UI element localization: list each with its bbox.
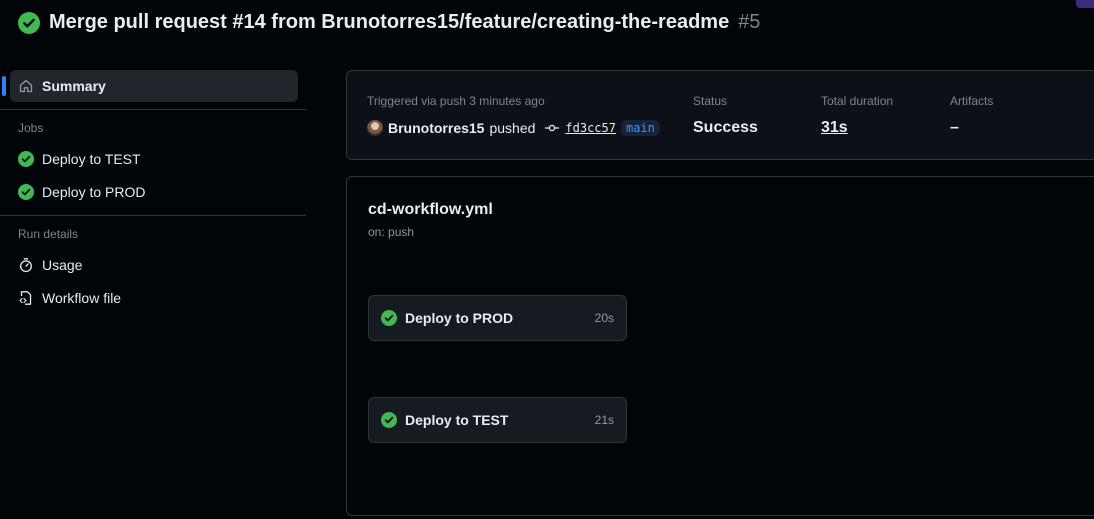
sidebar-heading-run-details: Run details: [18, 227, 79, 241]
user-link[interactable]: Brunotorres15: [388, 120, 484, 136]
sidebar-item-label: Summary: [42, 78, 106, 94]
sidebar-item-workflow-file[interactable]: Workflow file: [0, 281, 306, 314]
check-circle-fill-icon: [18, 150, 34, 167]
sidebar-item-label: Deploy to TEST: [42, 150, 141, 167]
sidebar-item-label: Workflow file: [42, 289, 122, 306]
check-circle-fill-icon: [18, 183, 34, 200]
workflow-trigger: on: push: [368, 225, 415, 239]
job-duration: 20s: [594, 311, 614, 325]
check-circle-fill-icon: [381, 412, 397, 428]
workflow-run-page: Merge pull request #14 from Brunotorres1…: [0, 0, 1094, 519]
sidebar-item-deploy-test[interactable]: Deploy to TEST: [0, 142, 306, 175]
run-title-text: Merge pull request #14 from Brunotorres1…: [49, 11, 730, 33]
stopwatch-icon: [18, 257, 34, 273]
job-node-deploy-prod[interactable]: Deploy to PROD 20s: [368, 295, 627, 341]
run-sidebar: Summary Jobs Deploy to TEST Deploy to PR…: [0, 70, 306, 314]
sidebar-item-deploy-prod[interactable]: Deploy to PROD: [0, 175, 306, 208]
workflow-graph-card: cd-workflow.yml on: push Deploy to PROD …: [346, 176, 1094, 516]
trigger-label: Triggered via push 3 minutes ago: [367, 94, 545, 108]
job-duration: 21s: [594, 413, 614, 427]
home-icon: [18, 78, 34, 94]
branch-label[interactable]: main: [620, 120, 660, 136]
sidebar-item-label: Usage: [42, 256, 83, 273]
file-code-icon: [18, 290, 34, 306]
status-label: Status: [693, 94, 728, 108]
run-title: Merge pull request #14 from Brunotorres1…: [18, 11, 760, 34]
sidebar-item-usage[interactable]: Usage: [0, 248, 306, 281]
user-avatar[interactable]: [1076, 0, 1094, 8]
status-info: Status Success: [693, 94, 758, 137]
push-details: Brunotorres15 pushed fd3cc57 main: [367, 120, 660, 136]
duration-label: Total duration: [821, 94, 894, 108]
artifacts-value: –: [950, 119, 959, 136]
duration-info: Total duration 31s: [821, 94, 893, 137]
job-name: Deploy to PROD: [405, 310, 514, 326]
git-commit-icon: [544, 120, 560, 136]
sidebar-item-summary[interactable]: Summary: [2, 70, 298, 102]
commit-sha-link[interactable]: fd3cc57: [565, 121, 616, 135]
job-node-deploy-test[interactable]: Deploy to TEST 21s: [368, 397, 627, 443]
status-value: Success: [693, 119, 758, 136]
run-summary-card: Triggered via push 3 minutes ago Brunoto…: [346, 70, 1094, 160]
artifacts-label: Artifacts: [950, 94, 994, 108]
sidebar-item-label: Deploy to PROD: [42, 183, 146, 200]
workflow-file-name: cd-workflow.yml: [368, 201, 493, 218]
check-circle-fill-icon: [381, 310, 397, 326]
push-action: pushed: [489, 120, 536, 136]
job-name: Deploy to TEST: [405, 412, 509, 428]
avatar[interactable]: [367, 120, 383, 136]
trigger-info: Triggered via push 3 minutes ago Brunoto…: [367, 94, 660, 136]
artifacts-info: Artifacts –: [950, 94, 993, 137]
run-number: #5: [738, 11, 761, 33]
sidebar-heading-jobs: Jobs: [18, 121, 44, 135]
check-circle-fill-icon: [18, 11, 40, 34]
duration-link[interactable]: 31s: [821, 119, 893, 137]
